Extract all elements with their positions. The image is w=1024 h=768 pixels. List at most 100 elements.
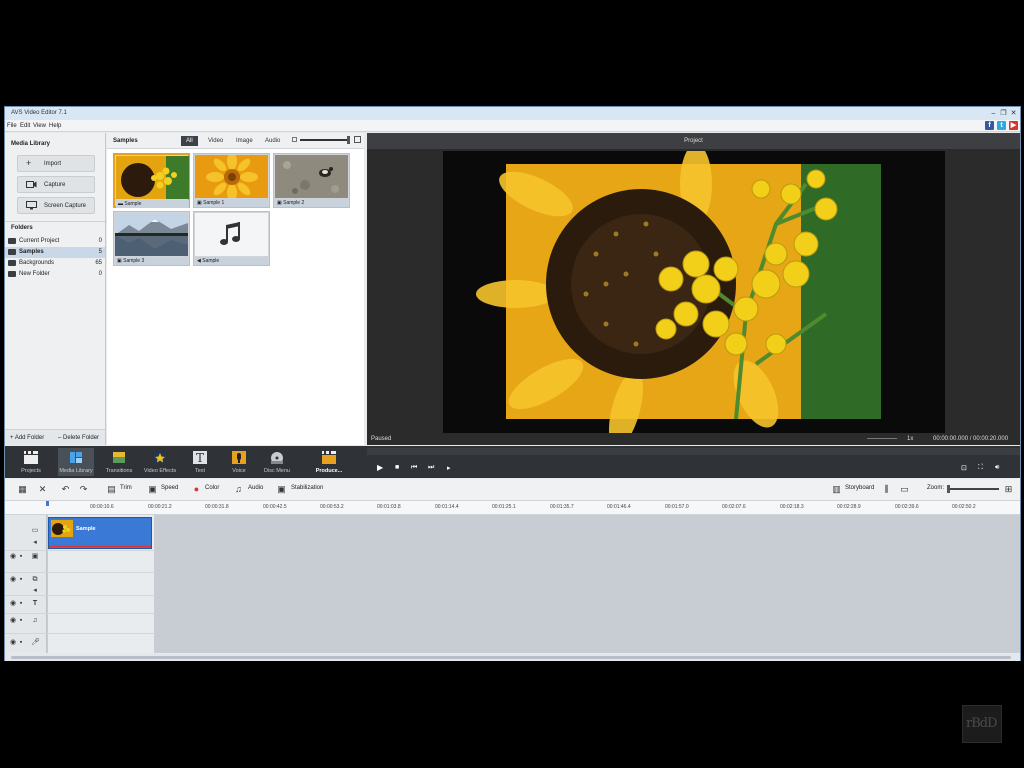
play-button[interactable]: ▶ <box>377 463 383 472</box>
folder-backgrounds[interactable]: Backgrounds 65 <box>5 258 105 269</box>
playhead-marker[interactable] <box>46 501 49 506</box>
visibility-icon[interactable]: ◉ <box>9 600 17 608</box>
volume-icon[interactable]: 🔊︎ <box>995 464 999 472</box>
media-library-button[interactable]: Media Library <box>58 448 94 476</box>
small-size-icon[interactable] <box>292 137 297 142</box>
timeline-view-icon[interactable]: ▦ <box>17 484 28 494</box>
stop-button[interactable]: ■ <box>395 464 399 471</box>
filter-video-tab[interactable]: Video <box>203 136 228 146</box>
import-button[interactable]: + Import <box>17 155 95 172</box>
zoom-fit-icon[interactable]: ⊞ <box>1003 484 1014 494</box>
folder-new-folder[interactable]: New Folder 0 <box>5 269 105 280</box>
folders-heading: Folders <box>11 225 33 231</box>
media-library-icon <box>70 452 82 463</box>
produce-button[interactable]: Produce... <box>309 448 349 476</box>
audio-note-icon[interactable]: ♫ <box>233 484 244 494</box>
audio-button[interactable]: Audio <box>248 485 263 491</box>
color-button[interactable]: Color <box>205 485 219 491</box>
text-button[interactable]: T Text <box>182 448 218 476</box>
clapper-icon <box>24 451 38 464</box>
zoom-slider[interactable] <box>947 488 999 490</box>
redo-icon[interactable]: ↷ <box>78 484 89 494</box>
storyboard-icon[interactable]: ▥ <box>831 484 842 494</box>
plus-icon: + <box>26 158 32 168</box>
slider-handle[interactable] <box>347 136 350 144</box>
menu-help[interactable]: Help <box>49 123 61 129</box>
lock-icon[interactable]: ▪ <box>17 600 25 608</box>
disc-menu-button[interactable]: Disc Menu <box>259 448 295 476</box>
snapshot-icon[interactable]: ⊡ <box>961 464 967 472</box>
color-icon[interactable]: ● <box>191 484 202 494</box>
speed-icon[interactable]: ▣ <box>147 484 158 494</box>
speed-slider[interactable] <box>867 438 897 439</box>
samples-panel: Samples All Video Image Audio ▬ Sample ▣… <box>107 133 364 445</box>
playback-progress-bar[interactable] <box>367 448 1020 455</box>
capture-button[interactable]: Capture <box>17 176 95 193</box>
visibility-icon[interactable]: ◉ <box>9 617 17 625</box>
track-arrow-icon[interactable]: ◂ <box>31 587 39 595</box>
lock-icon[interactable]: ▪ <box>17 576 25 584</box>
transitions-button[interactable]: Transitions <box>101 448 137 476</box>
ruler-tick: 00:02:18.3 <box>780 504 804 510</box>
media-thumbnail-sample-3[interactable]: ▣ Sample 3 <box>113 211 190 266</box>
stabilization-button[interactable]: Stabilization <box>291 485 323 491</box>
large-size-icon[interactable] <box>354 136 361 143</box>
twitter-icon[interactable]: t <box>997 121 1006 130</box>
fullscreen-icon[interactable]: ⛶ <box>978 464 983 472</box>
scrollbar-thumb[interactable] <box>11 656 1011 659</box>
audio-levels-icon[interactable]: ⫼ <box>881 484 892 494</box>
filter-audio-tab[interactable]: Audio <box>260 136 285 146</box>
delete-icon[interactable]: ✕ <box>37 484 48 494</box>
lock-icon[interactable]: ▪ <box>17 639 25 647</box>
lock-icon[interactable]: ▪ <box>17 553 25 561</box>
trim-button[interactable]: Trim <box>120 485 132 491</box>
visibility-icon[interactable]: ◉ <box>9 576 17 584</box>
close-button[interactable]: ✕ <box>1009 109 1018 118</box>
menu-file[interactable]: File <box>7 123 17 129</box>
video-effects-button[interactable]: Video Effects <box>142 448 178 476</box>
media-thumbnail-sample-video[interactable]: ▬ Sample <box>113 153 190 208</box>
menu-edit[interactable]: Edit <box>20 123 30 129</box>
filter-image-tab[interactable]: Image <box>231 136 258 146</box>
folder-current-project[interactable]: Current Project 0 <box>5 236 105 247</box>
zoom-slider-handle[interactable] <box>947 485 950 493</box>
ruler-tick: 00:02:50.2 <box>952 504 976 510</box>
menu-view[interactable]: View <box>33 123 46 129</box>
folder-samples[interactable]: Samples 5 <box>5 247 105 258</box>
ruler-tick: 00:02:28.9 <box>837 504 861 510</box>
media-thumbnail-sample-2[interactable]: ▣ Sample 2 <box>273 153 350 208</box>
produce-icon <box>322 451 336 464</box>
stabilization-icon[interactable]: ▣ <box>276 484 287 494</box>
video-clip[interactable]: Sample <box>48 517 152 549</box>
timeline-scrollbar[interactable] <box>5 654 1020 661</box>
minimize-button[interactable]: – <box>989 109 998 118</box>
restore-button[interactable]: ❐ <box>999 109 1008 118</box>
screen-capture-button[interactable]: Screen Capture <box>17 197 95 214</box>
trim-icon[interactable]: ▤ <box>106 484 117 494</box>
previous-frame-button[interactable]: ⏮ <box>411 464 417 472</box>
track-arrow-icon[interactable]: ◂ <box>31 539 39 547</box>
visibility-icon[interactable]: ◉ <box>9 553 17 561</box>
filter-all-tab[interactable]: All <box>181 136 198 146</box>
voice-button[interactable]: Voice <box>221 448 257 476</box>
speed-button[interactable]: Speed <box>161 485 178 491</box>
timeline-ruler[interactable]: 00:00:10.6 00:00:21.2 00:00:31.8 00:00:4… <box>5 501 1020 515</box>
visibility-icon[interactable]: ◉ <box>9 639 17 647</box>
add-folder-button[interactable]: + Add Folder <box>10 435 44 441</box>
delete-folder-button[interactable]: – Delete Folder <box>58 435 99 441</box>
media-thumbnail-sample-1[interactable]: ▣ Sample 1 <box>193 153 270 208</box>
storyboard-button[interactable]: Storyboard <box>845 485 874 491</box>
media-thumbnail-sample-audio[interactable]: ◀ Sample <box>193 211 270 266</box>
thumbnail-size-slider[interactable] <box>300 139 350 141</box>
lock-icon[interactable]: ▪ <box>17 617 25 625</box>
facebook-icon[interactable]: f <box>985 121 994 130</box>
undo-icon[interactable]: ↶ <box>60 484 71 494</box>
display-mode-icon[interactable]: ▭ <box>899 484 910 494</box>
next-frame-button[interactable]: ⏭ <box>428 464 434 472</box>
video-preview[interactable] <box>443 144 945 448</box>
projects-button[interactable]: Projects <box>13 448 49 476</box>
youtube-icon[interactable]: ▶ <box>1009 121 1018 130</box>
folder-count: 0 <box>98 271 102 277</box>
text-label: Text <box>194 468 206 474</box>
frame-step-button[interactable]: ▸ <box>447 464 451 472</box>
